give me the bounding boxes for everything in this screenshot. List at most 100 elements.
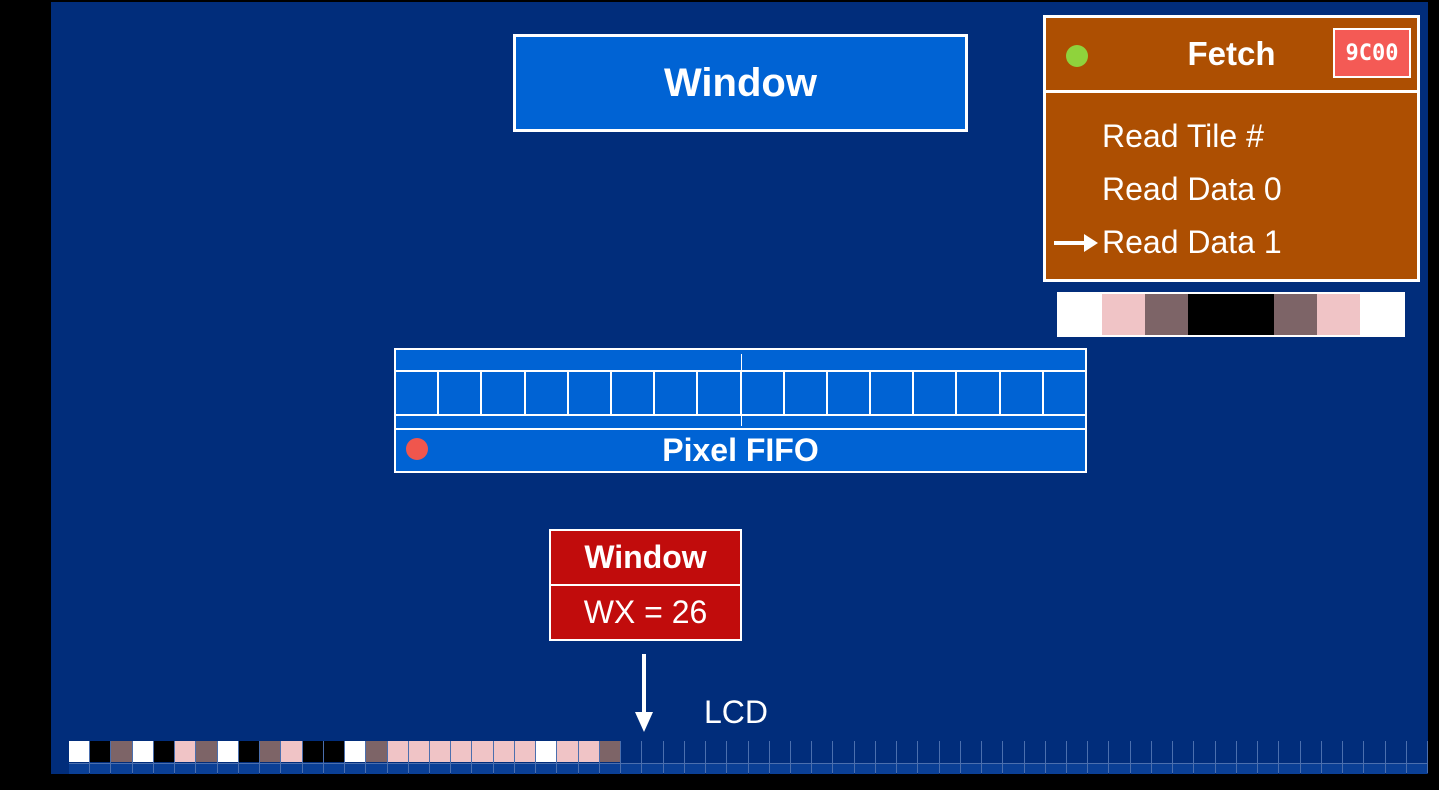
lcd-pixel	[833, 741, 855, 774]
fifo-slot	[825, 372, 869, 414]
lcd-pixel	[982, 741, 1004, 774]
lcd-pixel	[217, 741, 239, 774]
fetch-address-badge: 9C00	[1333, 28, 1411, 78]
lcd-pixel	[1236, 741, 1259, 774]
lcd-pixel	[1258, 741, 1280, 774]
fifo-divider	[741, 354, 742, 426]
fifo-slot	[566, 372, 610, 414]
lcd-pixel	[323, 741, 346, 774]
lcd-pixel	[1279, 741, 1301, 774]
lcd-pixel	[1151, 741, 1174, 774]
lcd-pixel	[345, 741, 367, 774]
lcd-pixel	[1364, 741, 1386, 774]
fetch-panel: Fetch 9C00 Read Tile # Read Data 0 Read …	[1043, 15, 1420, 282]
lcd-pixel	[1343, 741, 1365, 774]
lcd-pixel-row	[69, 741, 1428, 774]
lcd-pixel	[69, 741, 91, 774]
lcd-pixel	[175, 741, 197, 774]
fifo-slot	[1041, 372, 1085, 414]
lcd-pixel	[408, 741, 430, 774]
tile-pixel	[1231, 294, 1274, 335]
lcd-pixel	[472, 741, 494, 774]
fetch-step: Read Data 1	[1102, 224, 1282, 260]
fetch-title: Fetch	[1187, 35, 1276, 72]
tile-pixel	[1059, 294, 1102, 335]
fifo-slot	[912, 372, 955, 414]
fifo-slot	[782, 372, 826, 414]
tile-pixel	[1102, 294, 1145, 335]
current-step-arrow-icon	[1054, 234, 1098, 252]
lcd-pixel	[1173, 741, 1195, 774]
fifo-slot	[653, 372, 696, 414]
lcd-pixel	[1406, 741, 1428, 774]
lcd-pixel	[1088, 741, 1110, 774]
lcd-pixel	[238, 741, 261, 774]
lcd-pixel	[536, 741, 558, 774]
lcd-pixel	[281, 741, 303, 774]
lcd-pixel	[812, 741, 834, 774]
fifo-slot	[869, 372, 912, 414]
lcd-pixel	[1130, 741, 1152, 774]
fetched-tile-row	[1057, 292, 1405, 337]
lcd-pixel	[196, 741, 218, 774]
lcd-pixel	[1024, 741, 1046, 774]
lcd-pixel	[960, 741, 983, 774]
lcd-pixel	[1215, 741, 1237, 774]
lcd-label: LCD	[704, 694, 769, 730]
lcd-pixel	[875, 741, 898, 774]
lcd-pixel	[111, 741, 133, 774]
fifo-slot	[523, 372, 567, 414]
lcd-pixel	[578, 741, 600, 774]
fifo-status-dot	[406, 438, 428, 460]
lcd-pixel	[1194, 741, 1216, 774]
lcd-pixel	[684, 741, 707, 774]
lcd-pixel	[918, 741, 940, 774]
lcd-pixel	[557, 741, 579, 774]
tile-pixel	[1360, 294, 1403, 335]
tile-pixel	[1274, 294, 1317, 335]
pixel-fifo: Pixel FIFO	[394, 348, 1087, 473]
lcd-pixel	[706, 741, 728, 774]
lcd-pixel	[493, 741, 515, 774]
lcd-pixel	[1385, 741, 1407, 774]
lcd-pixel	[897, 741, 919, 774]
lcd-pixel	[1300, 741, 1322, 774]
diagram-canvas: Window Fetch 9C00 Read Tile # Read Data …	[51, 2, 1428, 774]
lcd-pixel	[366, 741, 388, 774]
lcd-pixel	[748, 741, 770, 774]
wx-value: WX = 26	[583, 594, 708, 630]
fifo-slot	[739, 372, 783, 414]
tile-pixel	[1317, 294, 1360, 335]
lcd-pixel	[1321, 741, 1344, 774]
lcd-pixel	[854, 741, 876, 774]
fetch-status-dot	[1066, 45, 1088, 67]
lcd-pixel	[1003, 741, 1025, 774]
lcd-pixel	[429, 741, 452, 774]
lcd-pixel	[790, 741, 813, 774]
fetch-header: Fetch 9C00	[1046, 18, 1417, 93]
lcd-pixel	[302, 741, 324, 774]
lcd-pixel	[621, 741, 643, 774]
tile-pixel	[1145, 294, 1188, 335]
tile-pixel	[1188, 294, 1231, 335]
fifo-label-bar: Pixel FIFO	[396, 428, 1085, 471]
window-layer-box: Window	[513, 34, 968, 132]
window-layer-title: Window	[664, 60, 817, 105]
lcd-pixel	[599, 741, 622, 774]
lcd-pixel	[727, 741, 749, 774]
lcd-pixel	[90, 741, 112, 774]
wx-title: Window	[551, 531, 740, 586]
wx-register-box: Window WX = 26	[549, 529, 742, 641]
lcd-pixel	[1109, 741, 1131, 774]
fetch-step: Read Data 0	[1102, 171, 1282, 207]
fifo-label: Pixel FIFO	[662, 432, 819, 468]
lcd-pixel	[939, 741, 961, 774]
fifo-slot	[437, 372, 480, 414]
fetch-step: Read Tile #	[1102, 118, 1264, 154]
lcd-pixel	[132, 741, 154, 774]
fifo-slot	[998, 372, 1042, 414]
lcd-pixel	[1067, 741, 1089, 774]
fifo-slot	[609, 372, 653, 414]
lcd-pixel	[769, 741, 791, 774]
fifo-slot	[480, 372, 523, 414]
